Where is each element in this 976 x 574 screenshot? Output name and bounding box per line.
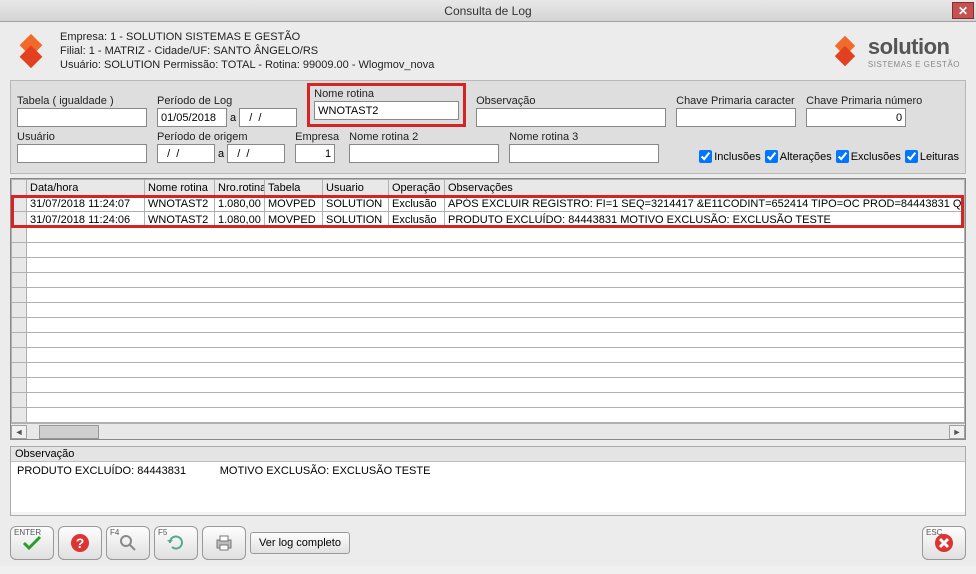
table-row [12, 378, 965, 393]
header: Empresa: 1 - SOLUTION SISTEMAS E GESTÃO … [10, 26, 966, 80]
empresa-input[interactable] [295, 144, 335, 163]
nome-rotina2-input[interactable] [349, 144, 499, 163]
log-grid[interactable]: Data/hora Nome rotina Nro.rotina Tabela … [10, 178, 966, 440]
window-title: Consulta de Log [444, 4, 531, 18]
periodo-origem-de-input[interactable] [157, 144, 215, 163]
chk-exclusoes[interactable]: Exclusões [836, 150, 901, 163]
col-datahora[interactable]: Data/hora [27, 180, 145, 196]
observacao-input[interactable] [476, 108, 666, 127]
brand-name: solution [868, 34, 950, 60]
chave-numero-input[interactable] [806, 108, 906, 127]
empresa-label: Empresa [295, 131, 339, 143]
search-icon [119, 534, 137, 552]
refresh-button[interactable]: F5 [154, 526, 198, 560]
nome-rotina3-input[interactable] [509, 144, 659, 163]
app-logo-icon [10, 30, 52, 72]
chave-numero-label: Chave Primaria número [806, 95, 922, 107]
filter-panel: Tabela ( igualdade ) Período de Log a No… [10, 80, 966, 174]
periodo-origem-label: Período de origem [157, 131, 285, 143]
col-tabela[interactable]: Tabela [265, 180, 323, 196]
periodo-origem-ate-input[interactable] [227, 144, 285, 163]
check-icon [22, 535, 42, 551]
esc-button[interactable]: ESC [922, 526, 966, 560]
svg-text:?: ? [76, 535, 85, 551]
nome-rotina-highlight: Nome rotina [307, 83, 466, 127]
chk-alteracoes[interactable]: Alterações [765, 150, 832, 163]
nome-rotina-input[interactable] [314, 101, 459, 120]
observacao-label: Observação [476, 95, 666, 107]
scroll-right-icon[interactable]: ► [949, 425, 965, 439]
periodo-sep: a [230, 112, 236, 124]
tabela-label: Tabela ( igualdade ) [17, 95, 147, 107]
observacao-panel-text: PRODUTO EXCLUÍDO: 84443831 MOTIVO EXCLUS… [11, 462, 965, 512]
col-operacao[interactable]: Operação [389, 180, 445, 196]
nome-rotina2-label: Nome rotina 2 [349, 131, 499, 143]
table-row [12, 273, 965, 288]
periodo-log-de-input[interactable] [157, 108, 227, 127]
scroll-left-icon[interactable]: ◄ [11, 425, 27, 439]
usuario-label: Usuário [17, 131, 147, 143]
scroll-thumb[interactable] [39, 425, 99, 439]
col-usuario[interactable]: Usuario [323, 180, 389, 196]
help-icon: ? [70, 533, 90, 553]
help-button[interactable]: ? [58, 526, 102, 560]
col-nrorotina[interactable]: Nro.rotina [215, 180, 265, 196]
table-row[interactable]: 31/07/2018 11:24:06WNOTAST21.080,00MOVPE… [12, 212, 965, 228]
chave-caracter-input[interactable] [676, 108, 796, 127]
grid-hscroll[interactable]: ◄ ► [11, 423, 965, 439]
header-usuario: Usuário: SOLUTION Permissão: TOTAL - Rot… [60, 58, 434, 72]
table-row [12, 408, 965, 423]
brand-tagline: SISTEMAS E GESTÃO [868, 60, 960, 69]
table-row [12, 333, 965, 348]
header-filial: Filial: 1 - MATRIZ - Cidade/UF: SANTO ÂN… [60, 44, 434, 58]
col-marker [12, 180, 27, 196]
chk-inclusoes[interactable]: Inclusões [699, 150, 760, 163]
table-row [12, 348, 965, 363]
table-row [12, 363, 965, 378]
header-empresa: Empresa: 1 - SOLUTION SISTEMAS E GESTÃO [60, 30, 434, 44]
table-row [12, 303, 965, 318]
observacao-panel: Observação PRODUTO EXCLUÍDO: 84443831 MO… [10, 446, 966, 516]
usuario-input[interactable] [17, 144, 147, 163]
table-row [12, 318, 965, 333]
chave-caracter-label: Chave Primaria caracter [676, 95, 796, 107]
brand-logo: solution SISTEMAS E GESTÃO [828, 34, 966, 69]
printer-icon [214, 534, 234, 552]
refresh-icon [167, 534, 185, 552]
ver-log-completo-button[interactable]: Ver log completo [250, 532, 350, 554]
tabela-input[interactable] [17, 108, 147, 127]
search-button[interactable]: F4 [106, 526, 150, 560]
col-nomerotina[interactable]: Nome rotina [145, 180, 215, 196]
close-button[interactable]: ✕ [952, 2, 974, 19]
table-row [12, 393, 965, 408]
table-row[interactable]: 31/07/2018 11:24:07WNOTAST21.080,00MOVPE… [12, 196, 965, 212]
chk-leituras[interactable]: Leituras [905, 150, 959, 163]
nome-rotina-label: Nome rotina [314, 88, 459, 100]
table-row [12, 288, 965, 303]
print-button[interactable] [202, 526, 246, 560]
table-row [12, 228, 965, 243]
observacao-panel-label: Observação [11, 447, 965, 462]
nome-rotina3-label: Nome rotina 3 [509, 131, 659, 143]
enter-button[interactable]: ENTER [10, 526, 54, 560]
periodo-log-ate-input[interactable] [239, 108, 297, 127]
table-row [12, 243, 965, 258]
col-observacoes[interactable]: Observações [445, 180, 965, 196]
table-row [12, 258, 965, 273]
periodo-log-label: Período de Log [157, 95, 297, 107]
